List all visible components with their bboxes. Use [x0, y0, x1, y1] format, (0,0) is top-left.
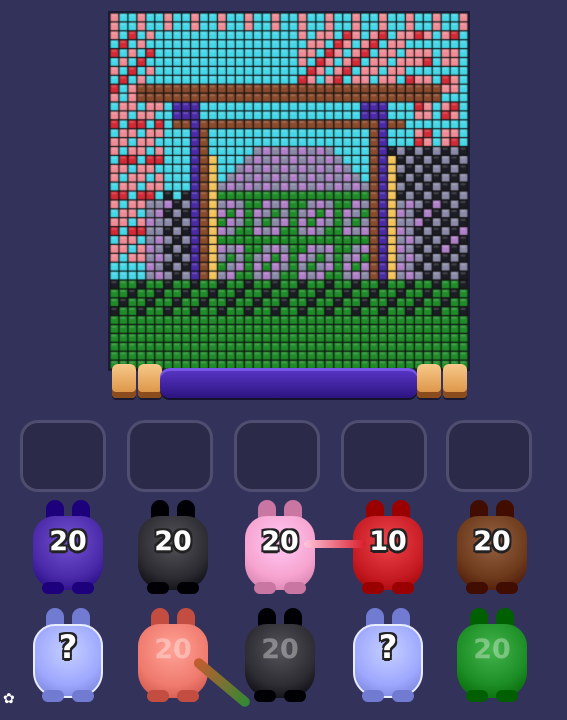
bunny-count-label: 20	[473, 526, 511, 557]
bunny-count-label: 20	[49, 526, 87, 557]
bunny-count-label: 20	[473, 634, 511, 665]
bunny-link-thread	[304, 540, 366, 548]
bunnies_row2-bunny-1[interactable]: ?	[28, 608, 108, 702]
bunnies_row2-bunny-5[interactable]: 20	[452, 608, 532, 702]
bunny-right-foot	[72, 582, 94, 594]
bunny-left-foot	[254, 582, 276, 594]
bunny-count-label: ?	[58, 628, 78, 666]
bunny-right-foot	[284, 690, 306, 702]
bunny-left-foot	[362, 582, 384, 594]
bunny-left-foot	[42, 690, 64, 702]
bunny-left-foot	[147, 582, 169, 594]
bunny-right-foot	[177, 582, 199, 594]
bunnies_row2-bunny-2[interactable]: 20	[133, 608, 213, 702]
bunnies_row2-bunny-3[interactable]: 20	[240, 608, 320, 702]
bunny-left-foot	[466, 582, 488, 594]
bunny-right-foot	[392, 690, 414, 702]
spool-left-1	[112, 364, 136, 398]
bunny-left-foot	[362, 690, 384, 702]
queue-slot-4	[341, 420, 427, 492]
bunnies_row2-bunny-4[interactable]: ?	[348, 608, 428, 702]
bunny-right-foot	[72, 690, 94, 702]
bunny-right-foot	[496, 690, 518, 702]
bunnies_row1-bunny-1[interactable]: 20	[28, 500, 108, 594]
purple-rope-bar	[160, 368, 418, 398]
bunny-count-label: 20	[261, 634, 299, 665]
pixel-art-board	[110, 13, 468, 369]
bunny-count-label: 20	[154, 526, 192, 557]
pixel-art-canvas	[110, 13, 468, 369]
bunny-left-foot	[254, 690, 276, 702]
bunny-left-foot	[42, 582, 64, 594]
bunny-right-foot	[392, 582, 414, 594]
spool-right-1	[417, 364, 441, 398]
bunny-right-foot	[177, 690, 199, 702]
gear-icon[interactable]: ✿	[3, 692, 17, 706]
queue-slot-2	[127, 420, 213, 492]
bunnies_row1-bunny-2[interactable]: 20	[133, 500, 213, 594]
bunny-left-foot	[147, 690, 169, 702]
bunnies_row1-bunny-5[interactable]: 20	[452, 500, 532, 594]
queue-slot-3	[234, 420, 320, 492]
bunny-right-foot	[496, 582, 518, 594]
spool-right-2	[443, 364, 467, 398]
spool-left-2	[138, 364, 162, 398]
bunny-count-label: ?	[378, 628, 398, 666]
queue-slot-1	[20, 420, 106, 492]
bunny-right-foot	[284, 582, 306, 594]
bunny-left-foot	[466, 690, 488, 702]
queue-slot-5	[446, 420, 532, 492]
